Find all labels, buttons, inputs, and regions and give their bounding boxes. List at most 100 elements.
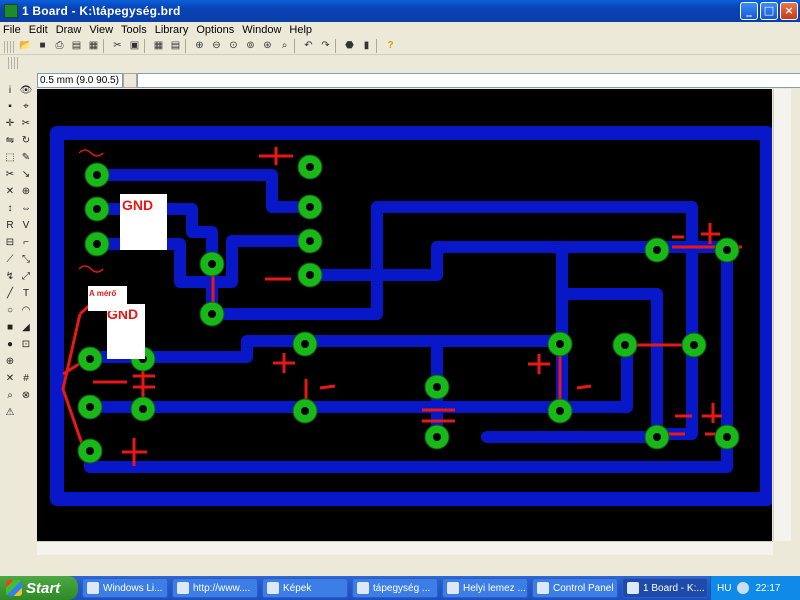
menu-view[interactable]: View [89,24,113,36]
undo-icon[interactable]: ↶ [301,38,316,53]
pcb-layout: GND GND A mérő [50,126,772,506]
clock: 22:17 [755,582,781,594]
menu-edit[interactable]: Edit [29,24,48,36]
cut-icon[interactable]: ✂ [110,38,125,53]
maximize-button[interactable]: □ [760,2,778,20]
zoom-box-icon[interactable]: ▦ [86,38,101,53]
drc-icon[interactable]: ▮ [359,38,374,53]
mirror-icon[interactable]: ⇋ [3,134,17,148]
task-board[interactable]: 1 Board - K:... [622,578,708,598]
move-icon[interactable]: ✛ [3,117,17,131]
menu-draw[interactable]: Draw [56,24,82,36]
name-icon[interactable]: R [3,219,17,233]
help-icon[interactable]: ? [383,38,398,53]
zoom-prev-icon[interactable]: ⌕ [277,38,292,53]
toolbar-grip [4,40,16,53]
route-icon[interactable]: ↯ [3,270,17,284]
task-tapegyseg[interactable]: tápegység ... [352,578,438,598]
mark-icon[interactable]: ⌖ [19,100,33,114]
grid-button[interactable] [123,73,137,88]
vertical-scrollbar[interactable] [773,89,791,541]
track [84,335,633,413]
image-icon [357,582,369,594]
errors-icon[interactable]: ⊗ [19,389,33,403]
gateswap-icon[interactable]: ⇔ [19,202,33,216]
add-icon[interactable]: ⊕ [19,185,33,199]
text-icon[interactable]: T [19,287,33,301]
app-window: 1 Board - K:\tápegység.brd _ □ × File Ed… [0,0,800,576]
open-icon[interactable]: 📂 [18,38,33,53]
drc-tool-icon[interactable]: ⌕ [3,389,17,403]
zoom-select-icon[interactable]: ⊚ [243,38,258,53]
zoom-in-icon[interactable]: ⊕ [192,38,207,53]
show-icon[interactable]: 👁 [19,84,33,98]
wire-icon[interactable]: ╱ [3,287,17,301]
task-windows-live[interactable]: Windows Li... [82,578,168,598]
start-button[interactable]: Start [0,576,78,600]
track [304,241,568,350]
menu-options[interactable]: Options [196,24,234,36]
split-icon[interactable]: ⟋ [3,253,17,267]
menu-window[interactable]: Window [242,24,281,36]
close-button[interactable]: × [780,2,798,20]
menu-tools[interactable]: Tools [121,24,147,36]
export-icon[interactable]: ▤ [69,38,84,53]
info-icon[interactable]: i [3,84,17,98]
polygon-icon[interactable]: ◢ [19,321,33,335]
via-icon[interactable]: ● [3,338,17,352]
task-browser[interactable]: http://www.... [172,578,258,598]
zoom-fit-icon[interactable]: ⊙ [226,38,241,53]
redo-icon[interactable]: ↷ [318,38,333,53]
ripup-icon[interactable]: ⤢ [19,270,33,284]
value-icon[interactable]: V [19,219,33,233]
task-control-panel[interactable]: Control Panel [532,578,618,598]
zoom-page-icon[interactable]: ⊛ [260,38,275,53]
menu-help[interactable]: Help [289,24,312,36]
horizontal-scrollbar[interactable] [37,541,773,555]
task-kepek[interactable]: Képek [262,578,348,598]
track [84,335,568,363]
circle-icon[interactable]: ○ [3,304,17,318]
rotate-icon[interactable]: ↻ [19,134,33,148]
change-icon[interactable]: ✎ [19,151,33,165]
language-indicator[interactable]: HU [717,583,731,594]
library-icon[interactable]: ▣ [127,38,142,53]
board-canvas[interactable]: GND GND A mérő [37,89,772,541]
paste-icon[interactable]: ↘ [19,168,33,182]
layers-icon[interactable]: ▤ [168,38,183,53]
delete-icon[interactable]: ✕ [3,185,17,199]
smash-icon[interactable]: ⊟ [3,236,17,250]
coordinate-row: 0.5 mm (9.0 90.5) [37,73,800,89]
gnd-label-1: GND [122,197,153,213]
display-icon[interactable]: ▪ [3,100,17,114]
warning-icon[interactable]: ⚠ [3,406,17,420]
minimize-button[interactable]: _ [740,2,758,20]
toolbar-grip-2 [8,57,20,69]
task-helyi-lemez[interactable]: Helyi lemez ... [442,578,528,598]
miter-icon[interactable]: ⌐ [19,236,33,250]
group-icon[interactable]: ⬚ [3,151,17,165]
pinswap-icon[interactable]: ↕ [3,202,17,216]
zoom-out-icon[interactable]: ⊖ [209,38,224,53]
arc-icon[interactable]: ◠ [19,304,33,318]
windows-logo-icon [6,580,22,596]
app-icon [4,4,18,18]
signal-icon[interactable]: ⊡ [19,338,33,352]
print-icon[interactable]: ⎙ [52,38,67,53]
autorouter-icon[interactable]: # [19,372,33,386]
menu-library[interactable]: Library [155,24,189,36]
folder-icon [267,582,279,594]
stop-icon[interactable]: ⬣ [342,38,357,53]
tray-icon[interactable] [737,582,750,594]
cut-tool-icon[interactable]: ✂ [3,168,17,182]
menu-file[interactable]: File [3,24,21,36]
save-icon[interactable]: ■ [35,38,50,53]
copy-icon[interactable]: ✂ [19,117,33,131]
optimize-icon[interactable]: ⤡ [19,253,33,267]
command-input[interactable] [137,73,800,88]
secondary-toolbar [0,55,800,71]
ratsnest-icon[interactable]: ✕ [3,372,17,386]
grid-icon[interactable]: ▦ [151,38,166,53]
rect-icon[interactable]: ■ [3,321,17,335]
hole-icon[interactable]: ⊕ [3,355,17,369]
